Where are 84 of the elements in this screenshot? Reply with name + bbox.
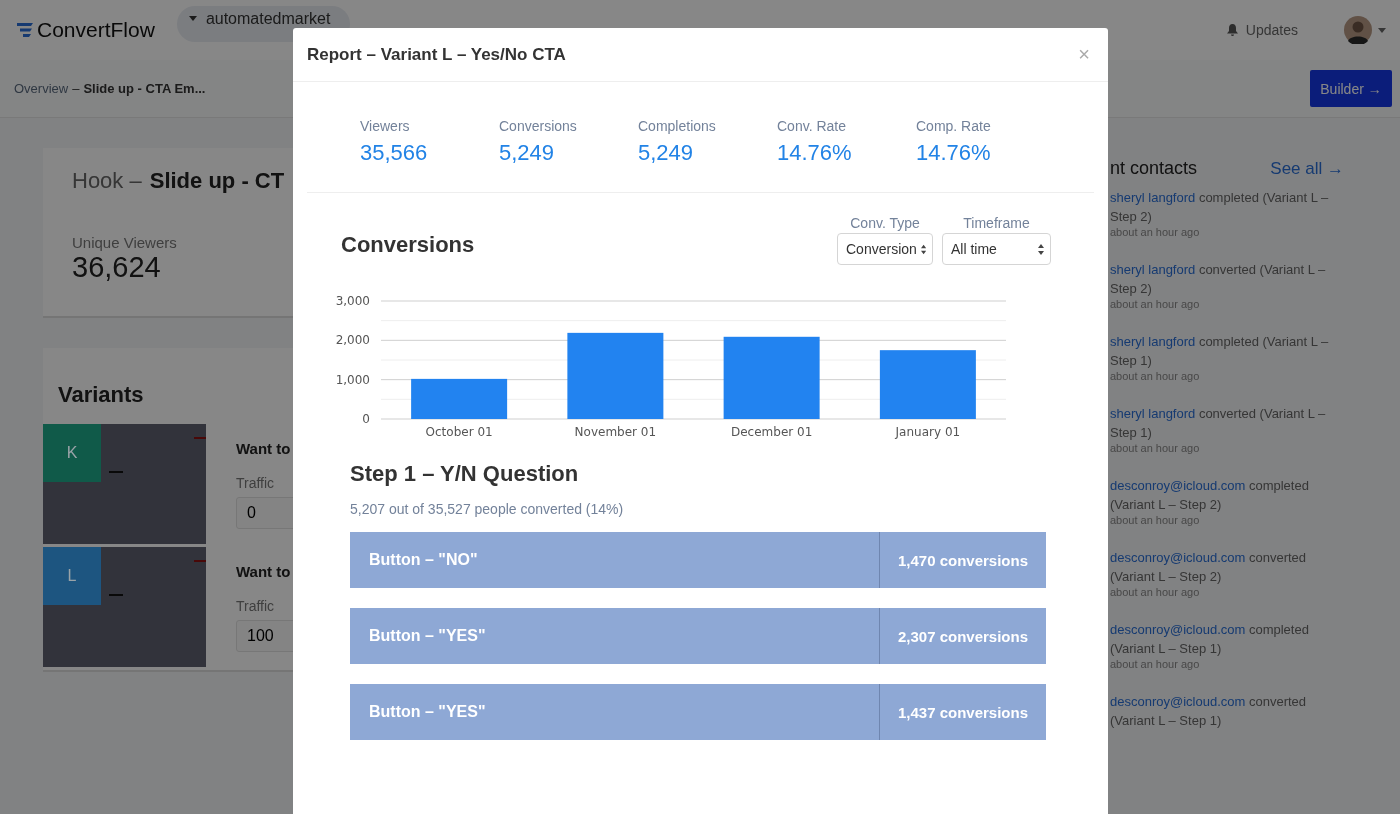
stat-label: Completions: [638, 118, 717, 134]
recent-contacts-title: nt contacts: [1110, 158, 1198, 179]
contact-activity: desconroy@icloud.com converted (Variant L – Step 1): [1110, 693, 1308, 730]
contact-activity: desconroy@icloud.com completed (Variant L – Step 2): [1110, 477, 1310, 514]
y-tick-label: 1,000: [335, 372, 370, 387]
filter-select[interactable]: All time: [942, 233, 1051, 265]
filter-label: Conv. Type: [849, 215, 921, 231]
stat-value: 5,249: [638, 140, 695, 166]
button-label: Button – "YES": [368, 626, 487, 646]
variant-heading: Want to: [236, 563, 291, 580]
button-label: Button – "NO": [368, 550, 479, 570]
traffic-label: Traffic: [236, 475, 275, 491]
variant-heading: Want to: [236, 440, 291, 457]
builder-button[interactable]: Builder →: [1310, 70, 1392, 107]
stat-value: 5,249: [499, 140, 556, 166]
filter-label: Timeframe: [962, 215, 1031, 231]
contact-link[interactable]: sheryl langford: [1110, 262, 1196, 277]
stat-value: 14.76%: [777, 140, 853, 166]
filter-select[interactable]: Conversion: [837, 233, 933, 265]
x-tick-label: October 01: [425, 425, 493, 439]
stat-label: Viewers: [360, 118, 411, 134]
modal-title: Report – Variant L – Yes/No CTA: [307, 44, 566, 65]
stat-label: Conversions: [499, 118, 578, 134]
variant-thumbnail[interactable]: K: [43, 424, 206, 544]
button-label: Button – "YES": [368, 702, 487, 722]
y-tick-label: 0: [362, 412, 370, 426]
contact-link[interactable]: desconroy@icloud.com: [1110, 622, 1246, 637]
step-summary: 5,207 out of 35,527 people converted (14%): [350, 501, 625, 517]
stat-label: Unique Viewers: [72, 234, 177, 251]
updown-icon: [1038, 243, 1044, 255]
activity-time: about an hour ago: [1110, 514, 1201, 526]
variant-thumbnail[interactable]: L: [43, 547, 206, 667]
caret-icon[interactable]: [1378, 27, 1386, 33]
conversion-count: 2,307 conversions: [879, 608, 1046, 664]
activity-time: about an hour ago: [1110, 586, 1201, 598]
stat-value: 14.76%: [916, 140, 992, 166]
conversion-count: 1,470 conversions: [879, 532, 1046, 588]
contact-activity: sheryl langford converted (Variant L – Step 1): [1110, 405, 1327, 442]
variant-letter: K: [43, 424, 101, 482]
contact-link[interactable]: sheryl langford: [1110, 190, 1196, 205]
x-tick-label: November 01: [574, 425, 657, 439]
stat-value: 35,566: [360, 140, 429, 166]
conversion-count: 1,437 conversions: [879, 684, 1046, 740]
variant-letter: L: [43, 547, 101, 605]
contact-activity: sheryl langford completed (Variant L – Step 1): [1110, 333, 1330, 370]
stat-label: Conv. Rate: [777, 118, 847, 134]
activity-time: about an hour ago: [1110, 370, 1201, 382]
contact-activity: sheryl langford completed (Variant L – Step 2): [1110, 189, 1330, 226]
updown-icon: [920, 243, 926, 255]
avatar-icon[interactable]: [1344, 16, 1372, 44]
y-tick-label: 2,000: [335, 333, 370, 348]
see-all-link[interactable]: See all →: [1270, 159, 1344, 179]
contact-link[interactable]: sheryl langford: [1110, 334, 1196, 349]
variants-title: Variants: [58, 382, 144, 408]
activity-time: about an hour ago: [1110, 658, 1201, 670]
breadcrumb-current: Slide up - CTA Em...: [83, 81, 206, 96]
close-button[interactable]: ×: [1074, 43, 1094, 66]
activity-time: about an hour ago: [1110, 442, 1201, 454]
contact-link[interactable]: sheryl langford: [1110, 406, 1196, 421]
breadcrumb-link[interactable]: Overview: [14, 81, 69, 96]
contact-activity: sheryl langford converted (Variant L – Step 2): [1110, 261, 1327, 298]
breadcrumb-separator: –: [72, 81, 80, 96]
caret-icon: [188, 16, 197, 21]
traffic-label: Traffic: [236, 598, 275, 614]
logo-icon: [17, 22, 35, 38]
x-tick-label: January 01: [895, 425, 961, 439]
contact-link[interactable]: desconroy@icloud.com: [1110, 478, 1246, 493]
step-title: Step 1 – Y/N Question: [350, 461, 580, 487]
stat-label: Comp. Rate: [916, 118, 992, 134]
activity-time: about an hour ago: [1110, 226, 1201, 238]
contact-activity: desconroy@icloud.com converted (Variant L – Step 2): [1110, 549, 1308, 586]
chart-title: Conversions: [341, 232, 475, 259]
hook-title: Slide up - CT: [149, 168, 285, 194]
activity-time: about an hour ago: [1110, 298, 1201, 310]
hook-prefix: Hook –: [72, 168, 142, 194]
y-tick-label: 3,000: [335, 294, 370, 308]
stat-value: 36,624: [72, 251, 161, 284]
contact-link[interactable]: desconroy@icloud.com: [1110, 694, 1246, 709]
updates-button[interactable]: Updates: [1220, 21, 1304, 39]
contact-activity: desconroy@icloud.com completed (Variant L – Step 1): [1110, 621, 1310, 658]
bell-icon: [1226, 24, 1238, 36]
logo-text: ConvertFlow: [37, 18, 155, 42]
x-tick-label: December 01: [730, 425, 813, 439]
contact-link[interactable]: desconroy@icloud.com: [1110, 550, 1246, 565]
